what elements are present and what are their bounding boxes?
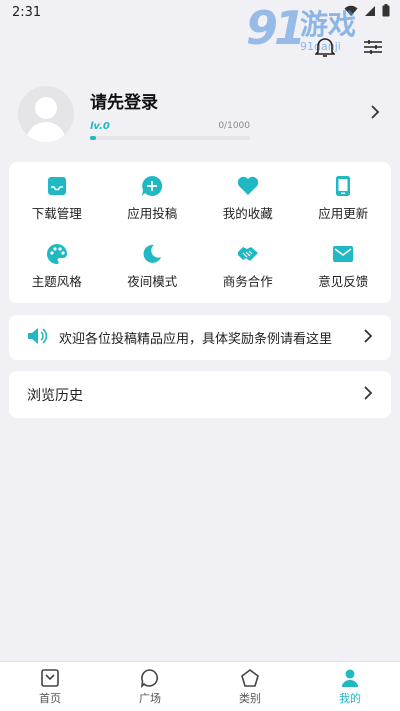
- chat-plus-icon: [140, 174, 164, 198]
- chat-bubble-icon: [140, 668, 159, 688]
- exp-progress-fill: [90, 136, 97, 140]
- pentagon-icon: [241, 668, 259, 687]
- grid-label: 下载管理: [31, 206, 82, 221]
- grid-item-download-manager[interactable]: 下载管理: [9, 174, 105, 222]
- nav-item-home[interactable]: 首页: [0, 662, 100, 711]
- profile-header[interactable]: 请先登录 lv.0 0/1000: [18, 84, 388, 144]
- chevron-right-icon: [363, 385, 373, 404]
- mail-icon: [331, 242, 355, 266]
- grid-label: 夜间模式: [127, 274, 178, 289]
- chevron-right-icon: [363, 328, 373, 347]
- handshake-icon: [236, 242, 260, 266]
- grid-item-night-mode[interactable]: 夜间模式: [105, 242, 201, 290]
- bell-icon[interactable]: [314, 36, 336, 58]
- exp-value: 0/1000: [218, 121, 250, 131]
- moon-icon: [140, 242, 164, 266]
- avatar[interactable]: [18, 86, 74, 142]
- nav-item-category[interactable]: 类别: [200, 662, 300, 711]
- status-bar: 2:31: [0, 0, 400, 24]
- speaker-icon: [27, 327, 48, 349]
- login-prompt[interactable]: 请先登录: [90, 88, 250, 113]
- notice-banner[interactable]: 欢迎各位投稿精品应用，具体奖励条例请看这里: [9, 315, 391, 360]
- feature-grid-card: 下载管理 应用投稿 我的收藏 应用更新 主题风格 夜间模式 商务合作 意见反馈: [9, 162, 391, 303]
- inbox-icon: [45, 174, 69, 198]
- nav-item-square[interactable]: 广场: [100, 662, 200, 711]
- nav-label: 我的: [339, 691, 361, 705]
- grid-label: 主题风格: [31, 274, 82, 289]
- grid-label: 应用更新: [318, 206, 369, 221]
- feature-grid: 下载管理 应用投稿 我的收藏 应用更新 主题风格 夜间模式 商务合作 意见反馈: [9, 174, 391, 290]
- grid-label: 应用投稿: [127, 206, 178, 221]
- grid-item-feedback[interactable]: 意见反馈: [296, 242, 392, 290]
- settings-sliders-icon[interactable]: [362, 36, 384, 58]
- nav-label: 广场: [139, 691, 161, 705]
- nav-item-mine[interactable]: 我的: [300, 662, 400, 711]
- home-icon: [41, 668, 59, 687]
- chevron-right-icon[interactable]: [370, 104, 380, 123]
- notice-text: 欢迎各位投稿精品应用，具体奖励条例请看这里: [59, 332, 333, 347]
- header-actions: [314, 36, 384, 58]
- grid-label: 商务合作: [222, 274, 273, 289]
- user-icon: [342, 669, 358, 687]
- level-label: lv.0: [90, 121, 110, 132]
- signal-icon: [365, 5, 375, 16]
- grid-label: 我的收藏: [222, 206, 273, 221]
- exp-progress-bar: [90, 136, 250, 140]
- wifi-icon: [344, 5, 358, 16]
- heart-icon: [236, 174, 260, 198]
- grid-item-app-updates[interactable]: 应用更新: [296, 174, 392, 222]
- bottom-nav: 首页 广场 类别 我的: [0, 661, 400, 711]
- phone-icon: [331, 174, 355, 198]
- grid-item-business[interactable]: 商务合作: [200, 242, 296, 290]
- grid-item-favorites[interactable]: 我的收藏: [200, 174, 296, 222]
- level-row: lv.0 0/1000: [90, 121, 250, 132]
- browse-history-row[interactable]: 浏览历史: [9, 371, 391, 418]
- palette-icon: [45, 242, 69, 266]
- grid-label: 意见反馈: [318, 274, 369, 289]
- profile-info: 请先登录 lv.0 0/1000: [90, 88, 250, 140]
- status-time: 2:31: [12, 4, 42, 20]
- grid-item-theme-style[interactable]: 主题风格: [9, 242, 105, 290]
- nav-label: 类别: [239, 691, 261, 705]
- browse-history-label: 浏览历史: [27, 387, 83, 404]
- status-icons: [344, 4, 390, 17]
- grid-item-submit-app[interactable]: 应用投稿: [105, 174, 201, 222]
- nav-label: 首页: [39, 691, 61, 705]
- battery-icon: [382, 4, 390, 17]
